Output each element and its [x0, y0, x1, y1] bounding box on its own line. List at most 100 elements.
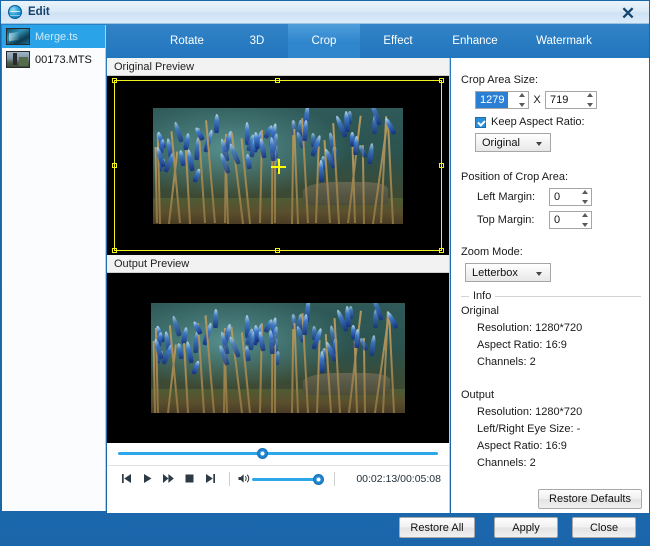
file-name: Merge.ts: [35, 31, 78, 43]
divider: [229, 472, 230, 486]
position-of-crop-area-label: Position of Crop Area:: [461, 171, 568, 183]
volume-control[interactable]: [238, 472, 326, 486]
previous-button[interactable]: [116, 469, 137, 489]
zoom-mode-select[interactable]: Letterbox: [465, 263, 551, 282]
keep-aspect-ratio-row[interactable]: Keep Aspect Ratio:: [475, 116, 585, 128]
crop-width-stepper[interactable]: 1279: [475, 91, 529, 109]
transport-controls: 00:02:13/00:05:08: [107, 465, 449, 491]
crop-height-arrows[interactable]: [585, 93, 594, 107]
chevron-down-icon: [536, 272, 542, 276]
title-bar: Edit ✕: [1, 1, 649, 24]
seek-track[interactable]: [118, 452, 438, 455]
speaker-icon: [238, 473, 251, 484]
restore-defaults-button[interactable]: Restore Defaults: [538, 489, 642, 509]
divider: [334, 472, 335, 486]
left-margin-value[interactable]: 0: [550, 189, 564, 205]
scene-leaf: [228, 143, 241, 165]
chevron-up-icon[interactable]: [519, 93, 525, 97]
globe-icon: [8, 5, 22, 19]
fast-forward-button[interactable]: [158, 469, 179, 489]
top-margin-stepper[interactable]: 0: [549, 211, 592, 229]
close-icon[interactable]: ✕: [613, 3, 643, 23]
file-name: 00173.MTS: [35, 54, 92, 66]
top-margin-value[interactable]: 0: [550, 212, 564, 228]
video-scene: [151, 303, 405, 413]
chevron-down-icon: [536, 142, 542, 146]
output-preview-header: Output Preview: [107, 255, 449, 273]
crop-handle-top-middle[interactable]: [275, 78, 280, 83]
aspect-ratio-select[interactable]: Original: [475, 133, 551, 152]
info-line: Aspect Ratio: 16:9: [461, 337, 641, 354]
crop-area-size-label: Crop Area Size:: [461, 74, 538, 86]
crop-handle-bottom-left[interactable]: [112, 248, 117, 253]
keep-aspect-ratio-checkbox[interactable]: [475, 117, 486, 128]
scene-leaf: [213, 308, 218, 327]
tab-3d[interactable]: 3D: [228, 24, 286, 58]
window-title: Edit: [28, 6, 50, 18]
tab-rotate[interactable]: Rotate: [146, 24, 228, 58]
video-thumbnail-icon: [6, 51, 30, 68]
scene-leaf: [173, 122, 184, 144]
apply-button[interactable]: Apply: [494, 517, 558, 538]
info-line: Resolution: 1280*720: [461, 320, 641, 337]
crop-height-value[interactable]: 719: [546, 92, 572, 108]
output-preview-stage: [107, 273, 449, 443]
preview-column: Original Preview Output Pr: [107, 58, 450, 513]
scene-leaf: [228, 336, 241, 358]
list-item[interactable]: 00173.MTS: [2, 48, 105, 71]
chevron-down-icon[interactable]: [582, 223, 588, 227]
left-margin-stepper[interactable]: 0: [549, 188, 592, 206]
crop-width-value[interactable]: 1279: [476, 92, 508, 108]
crop-height-stepper[interactable]: 719: [545, 91, 597, 109]
footer-bar: Restore All Apply Close: [2, 510, 650, 544]
tab-watermark[interactable]: Watermark: [516, 24, 612, 58]
close-button[interactable]: Close: [572, 517, 636, 538]
crop-handle-bottom-middle[interactable]: [275, 248, 280, 253]
info-group: Info Original Resolution: 1280*720 Aspec…: [461, 296, 641, 472]
stop-button[interactable]: [179, 469, 200, 489]
zoom-mode-value: Letterbox: [472, 267, 518, 279]
video-frame: [107, 303, 449, 413]
volume-knob[interactable]: [313, 474, 324, 485]
chevron-up-icon[interactable]: [582, 190, 588, 194]
play-button[interactable]: [137, 469, 158, 489]
crop-handle-bottom-right[interactable]: [439, 248, 444, 253]
scene-leaf: [184, 341, 193, 363]
restore-all-button[interactable]: Restore All: [399, 517, 475, 538]
scene-leaf: [258, 138, 267, 159]
tab-crop[interactable]: Crop: [288, 24, 360, 58]
scene-leaf: [214, 114, 219, 133]
edit-window: Edit ✕ Rotate 3D Crop Effect Enhance Wat…: [0, 0, 650, 546]
info-line: Aspect Ratio: 16:9: [461, 438, 641, 455]
volume-track[interactable]: [252, 478, 322, 481]
original-preview-stage[interactable]: [107, 76, 449, 255]
crop-handle-top-left[interactable]: [112, 78, 117, 83]
file-list-sidebar: Merge.ts 00173.MTS: [2, 25, 106, 511]
next-button[interactable]: [200, 469, 221, 489]
seek-bar[interactable]: [107, 443, 449, 465]
scene-leaf: [369, 335, 376, 357]
seek-knob[interactable]: [257, 448, 268, 459]
left-margin-arrows[interactable]: [580, 190, 589, 204]
original-preview-header: Original Preview: [107, 58, 449, 76]
chevron-up-icon[interactable]: [587, 93, 593, 97]
top-margin-arrows[interactable]: [580, 213, 589, 227]
chevron-down-icon[interactable]: [587, 103, 593, 107]
list-item[interactable]: Merge.ts: [2, 25, 105, 48]
keep-aspect-ratio-label: Keep Aspect Ratio:: [491, 116, 585, 128]
chevron-down-icon[interactable]: [582, 200, 588, 204]
scene-leaf: [367, 143, 374, 165]
scene-leaf: [359, 337, 369, 351]
chevron-down-icon[interactable]: [519, 103, 525, 107]
tab-effect[interactable]: Effect: [362, 24, 434, 58]
size-separator: X: [529, 94, 545, 106]
crop-handle-top-right[interactable]: [439, 78, 444, 83]
chevron-up-icon[interactable]: [582, 213, 588, 217]
crop-width-arrows[interactable]: [517, 93, 526, 107]
scene-leaf: [319, 351, 325, 374]
tab-enhance[interactable]: Enhance: [436, 24, 514, 58]
scene-leaf: [358, 145, 368, 159]
info-line: Resolution: 1280*720: [461, 404, 641, 421]
top-margin-label: Top Margin:: [477, 214, 549, 226]
info-line: Channels: 2: [461, 354, 641, 371]
